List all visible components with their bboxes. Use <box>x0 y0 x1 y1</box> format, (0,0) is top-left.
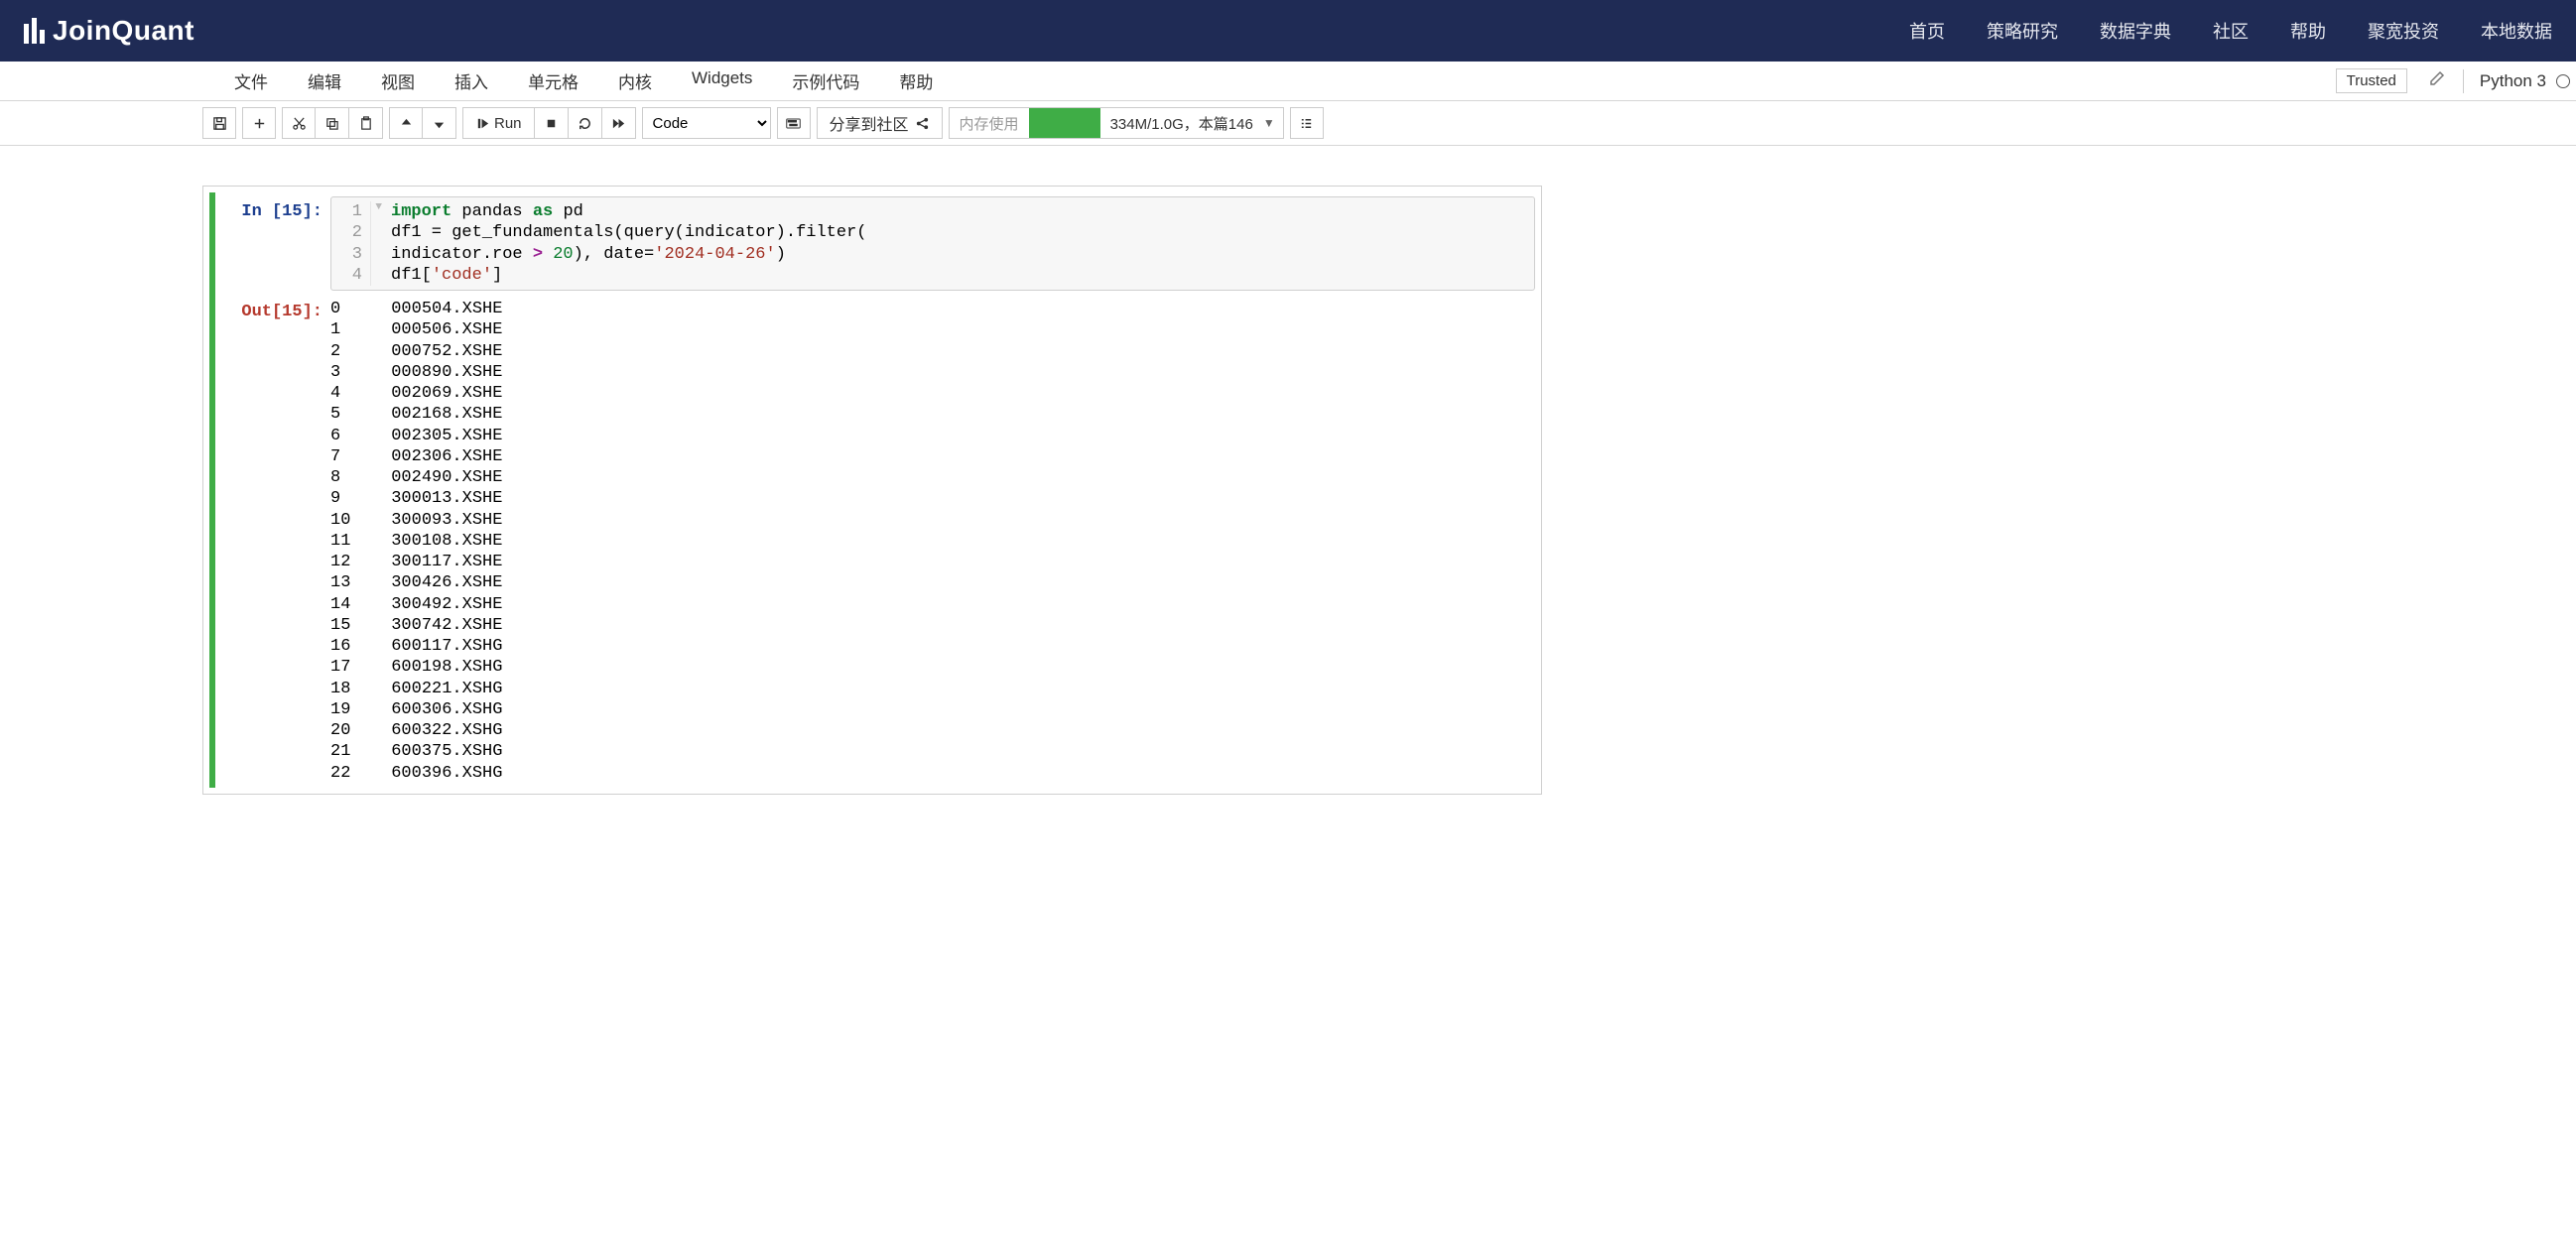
memory-label: 内存使用 <box>950 113 1029 134</box>
move-down-button[interactable] <box>423 107 456 139</box>
notebook-container: In [15]: 1▼import pandas as pd2df1 = get… <box>0 146 2576 795</box>
brand-logo[interactable]: JoinQuant <box>24 15 194 47</box>
menu-item[interactable]: 示例代码 <box>772 68 879 93</box>
topnav-items: 首页 策略研究 数据字典 社区 帮助 聚宽投资 本地数据 <box>1909 18 2552 44</box>
output-prompt: Out[15]: <box>221 297 330 321</box>
interrupt-button[interactable] <box>535 107 569 139</box>
kernel-name[interactable]: Python 3 <box>2470 71 2556 91</box>
add-cell-button[interactable] <box>242 107 276 139</box>
topnav-item[interactable]: 首页 <box>1909 18 1945 44</box>
topnav-item[interactable]: 帮助 <box>2290 18 2326 44</box>
memory-text: 334M/1.0G，本篇146 <box>1100 113 1263 134</box>
save-button[interactable] <box>202 107 236 139</box>
topnav-item[interactable]: 社区 <box>2213 18 2249 44</box>
paste-button[interactable] <box>349 107 383 139</box>
move-up-button[interactable] <box>389 107 423 139</box>
code-editor[interactable]: 1▼import pandas as pd2df1 = get_fundamen… <box>330 196 1535 291</box>
menu-item[interactable]: 插入 <box>435 68 508 93</box>
menu-item[interactable]: Widgets <box>672 68 772 93</box>
topnav-item[interactable]: 本地数据 <box>2481 18 2552 44</box>
toc-button[interactable] <box>1290 107 1324 139</box>
memory-bar <box>1029 108 1100 138</box>
edit-icon[interactable] <box>2429 70 2445 91</box>
topnav-item[interactable]: 聚宽投资 <box>2368 18 2439 44</box>
share-button[interactable]: 分享到社区 <box>817 107 943 139</box>
toolbar: Run Code 分享到社区 内存使用 334M/1.0G，本篇146 ▼ <box>0 101 2576 146</box>
code-cell[interactable]: In [15]: 1▼import pandas as pd2df1 = get… <box>209 192 1535 788</box>
menu-item[interactable]: 编辑 <box>288 68 361 93</box>
topnav-item[interactable]: 策略研究 <box>1987 18 2058 44</box>
trusted-indicator[interactable]: Trusted <box>2336 68 2407 93</box>
topnav-item[interactable]: 数据字典 <box>2100 18 2171 44</box>
restart-button[interactable] <box>569 107 602 139</box>
cut-button[interactable] <box>282 107 316 139</box>
restart-run-all-button[interactable] <box>602 107 636 139</box>
command-palette-button[interactable] <box>777 107 811 139</box>
top-nav: JoinQuant 首页 策略研究 数据字典 社区 帮助 聚宽投资 本地数据 <box>0 0 2576 62</box>
menu-item[interactable]: 文件 <box>214 68 288 93</box>
copy-button[interactable] <box>316 107 349 139</box>
menu-item[interactable]: 视图 <box>361 68 435 93</box>
menubar: 文件编辑视图插入单元格内核Widgets示例代码帮助 Trusted Pytho… <box>0 62 2576 101</box>
chevron-down-icon: ▼ <box>1263 116 1283 130</box>
memory-usage[interactable]: 内存使用 334M/1.0G，本篇146 ▼ <box>949 107 1284 139</box>
divider <box>2463 69 2464 93</box>
brand-name: JoinQuant <box>53 15 194 47</box>
kernel-status-icon <box>2556 74 2570 88</box>
input-prompt: In [15]: <box>221 196 330 221</box>
notebook: In [15]: 1▼import pandas as pd2df1 = get… <box>202 186 1542 795</box>
menu-item[interactable]: 单元格 <box>508 68 598 93</box>
cell-type-select[interactable]: Code <box>642 107 771 139</box>
cell-output: 0 000504.XSHE 1 000506.XSHE 2 000752.XSH… <box>330 297 1535 784</box>
menu-item[interactable]: 帮助 <box>879 68 953 93</box>
menu-item[interactable]: 内核 <box>598 68 672 93</box>
run-button[interactable]: Run <box>462 107 535 139</box>
logo-bars-icon <box>24 18 45 44</box>
